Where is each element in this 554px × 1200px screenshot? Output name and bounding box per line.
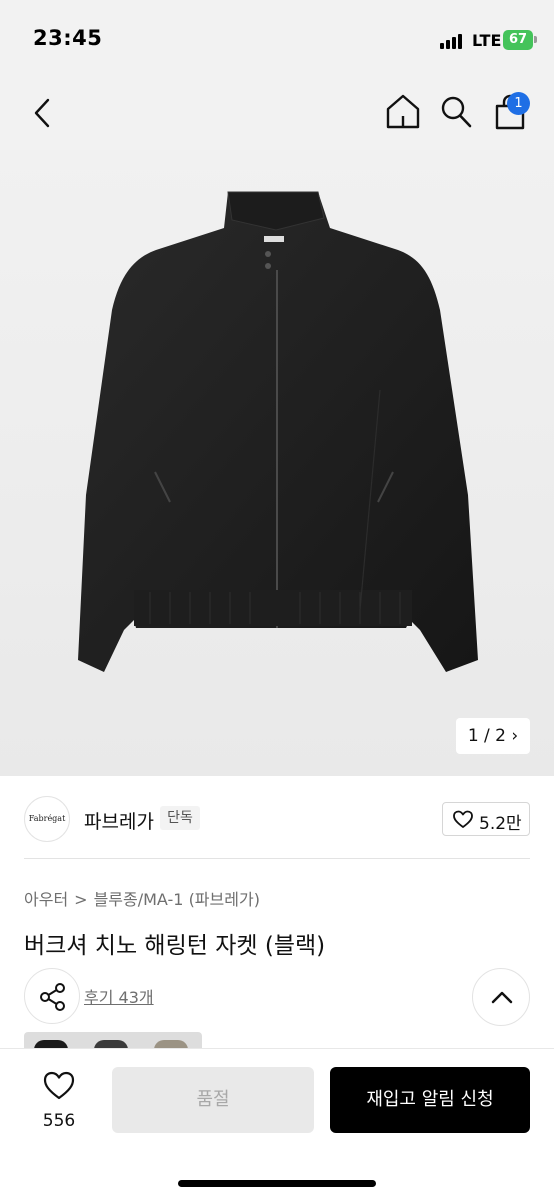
breadcrumb-category[interactable]: 아우터 (24, 886, 68, 910)
exclusive-badge: 단독 (160, 806, 200, 830)
search-icon (441, 96, 472, 128)
battery-icon: 67 (503, 30, 533, 50)
jacket-photo (78, 191, 478, 672)
divider (24, 858, 530, 859)
product-title: 버크셔 치노 해링턴 자켓 (블랙) (24, 933, 326, 959)
brand-name[interactable]: 파브레가 (84, 807, 154, 834)
color-options[interactable] (24, 1032, 202, 1048)
cart-count-badge: 1 (507, 92, 530, 115)
heart-icon (453, 810, 473, 828)
color-swatch-charcoal[interactable] (94, 1040, 128, 1048)
back-button[interactable] (28, 96, 58, 130)
restock-alert-button[interactable]: 재입고 알림 신청 (330, 1067, 530, 1133)
status-bar: 23:45 LTE 67 (0, 0, 554, 80)
home-indicator (178, 1180, 376, 1187)
nav-bar (0, 80, 554, 150)
brand-logo[interactable]: Fabrégat (24, 796, 70, 842)
heart-icon (43, 1071, 75, 1100)
home-button[interactable] (384, 92, 422, 130)
brand-like-count: 5.2만 (479, 814, 522, 834)
breadcrumb-subcategory[interactable]: 블루종/MA-1 (파브레가) (94, 886, 260, 910)
wishlist-button[interactable]: 556 (28, 1067, 90, 1137)
signal-icon (440, 33, 466, 49)
product-image[interactable] (0, 150, 554, 776)
soldout-button: 품절 (112, 1067, 314, 1133)
breadcrumb: 아우터 > 블루종/MA-1 (파브레가) (24, 886, 260, 910)
status-time: 23:45 (33, 26, 103, 50)
brand-row: Fabrégat 파브레가 단독 5.2만 (0, 776, 554, 858)
network-type: LTE (472, 31, 502, 50)
bottom-action-bar: 556 품절 재입고 알림 신청 (0, 1048, 554, 1200)
review-link[interactable]: 후기 43개 (84, 984, 154, 1008)
chevron-left-icon (34, 98, 50, 128)
battery-tip (534, 36, 537, 43)
breadcrumb-separator: > (74, 890, 88, 909)
share-icon (40, 983, 65, 1011)
home-icon (386, 94, 420, 129)
color-swatch-black[interactable] (34, 1040, 68, 1048)
share-button[interactable] (24, 968, 80, 1024)
chevron-up-icon (491, 991, 513, 1004)
color-swatch-beige[interactable] (154, 1040, 188, 1048)
brand-like-button[interactable]: 5.2만 (442, 802, 530, 836)
image-counter[interactable]: 1 / 2 › (456, 718, 530, 754)
wishlist-count: 556 (42, 1111, 76, 1131)
search-button[interactable] (438, 92, 474, 130)
scroll-top-button[interactable] (472, 968, 530, 1026)
